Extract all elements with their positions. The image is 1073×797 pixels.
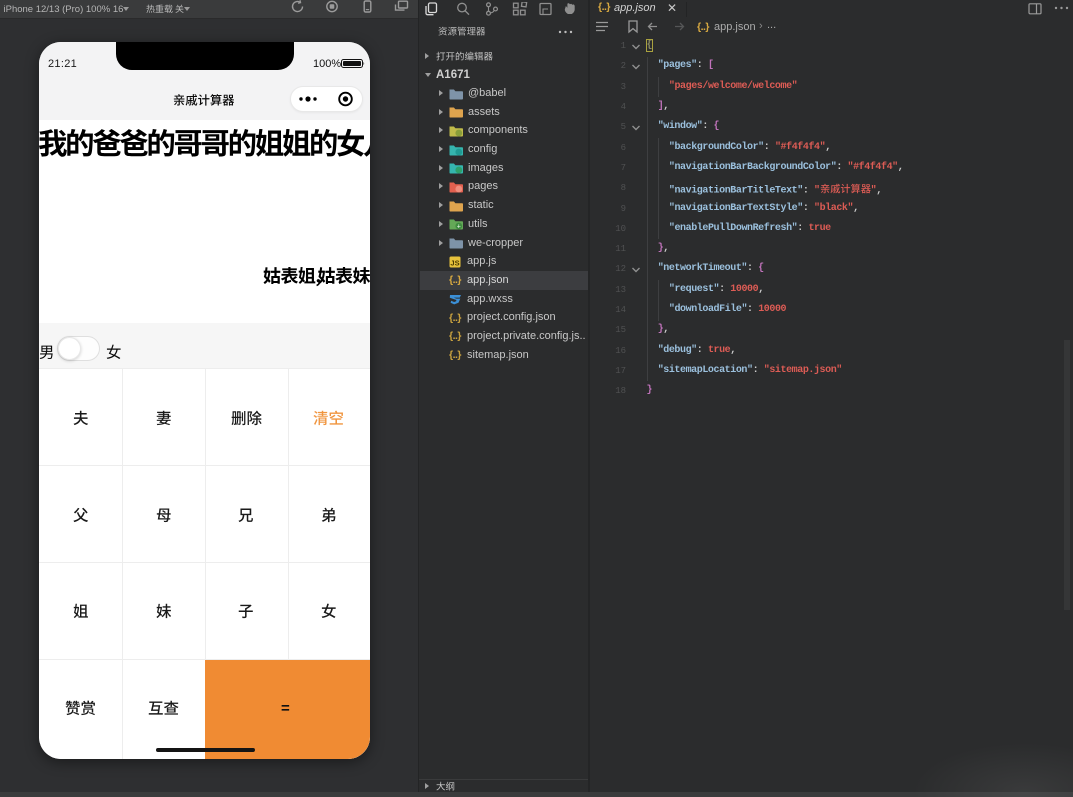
svg-text:JS: JS bbox=[450, 258, 459, 267]
svg-text:+: + bbox=[457, 224, 461, 231]
